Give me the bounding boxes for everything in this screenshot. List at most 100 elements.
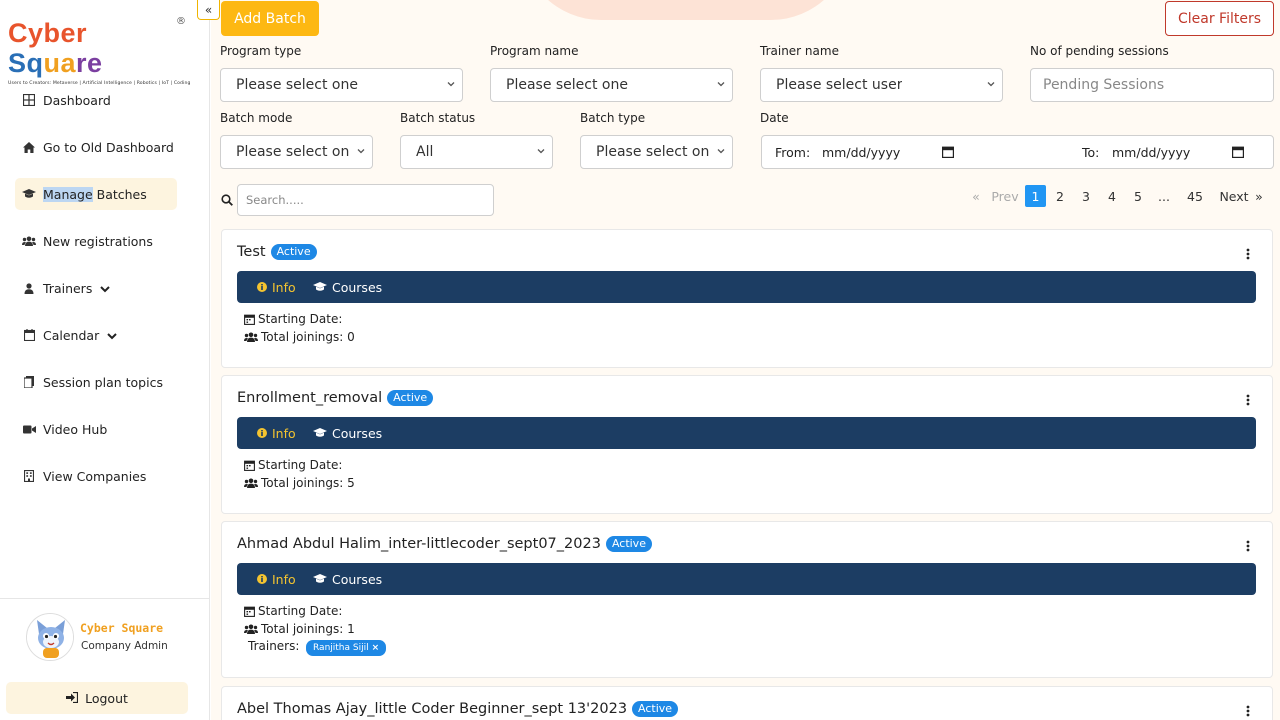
tab-courses[interactable]: Courses: [313, 417, 382, 449]
sidebar-item-label: View Companies: [43, 468, 147, 484]
users-icon: [244, 624, 258, 634]
trainer-chip[interactable]: Ranjitha Sijil ×: [306, 640, 387, 656]
chevron-down-icon[interactable]: [107, 328, 117, 343]
calendar-icon[interactable]: [1232, 146, 1244, 158]
batch-title[interactable]: Test Active: [237, 244, 317, 260]
pagination-page-last[interactable]: 45: [1183, 185, 1207, 207]
batch-tabbar: Info Courses: [237, 271, 1256, 303]
graduation-cap-icon: [313, 574, 327, 584]
collapse-sidebar-button[interactable]: «: [197, 0, 220, 20]
more-options-icon[interactable]: [1246, 540, 1250, 552]
background-decoration: [521, 0, 851, 20]
sidebar-item-trainers[interactable]: Trainers: [15, 272, 177, 304]
program-name-label: Program name: [490, 44, 579, 58]
batch-status-select[interactable]: All: [400, 135, 553, 169]
date-from-input[interactable]: mm/dd/yyyy: [822, 145, 900, 160]
batch-title[interactable]: Ahmad Abdul Halim_inter-littlecoder_sept…: [237, 536, 652, 552]
date-range: From: mm/dd/yyyy To: mm/dd/yyyy: [761, 135, 1274, 169]
tab-courses[interactable]: Courses: [313, 271, 382, 303]
users-icon: [244, 478, 258, 488]
video-icon: [22, 422, 36, 436]
calendar-icon: [244, 314, 255, 325]
batch-card: Abel Thomas Ajay_little Coder Beginner_s…: [221, 686, 1273, 720]
pagination-next-arrow[interactable]: »: [1254, 185, 1264, 207]
program-name-select[interactable]: Please select one: [490, 68, 733, 102]
starting-date: Starting Date:: [244, 458, 342, 472]
tab-info[interactable]: Info: [257, 563, 296, 595]
chevron-down-icon[interactable]: [100, 281, 111, 296]
total-joinings: Total joinings: 5: [244, 476, 355, 490]
avatar: [26, 613, 74, 661]
batch-card: Test Active Info Courses Starting Date: …: [221, 229, 1273, 368]
sidebar-item-label: Calendar: [43, 327, 100, 343]
pagination-next[interactable]: Next: [1219, 185, 1249, 207]
tab-info[interactable]: Info: [257, 271, 296, 303]
sidebar-item-video-hub[interactable]: Video Hub: [15, 413, 177, 445]
pagination-page-3[interactable]: 3: [1077, 185, 1095, 207]
calendar-icon: [244, 460, 255, 471]
total-joinings: Total joinings: 0: [244, 330, 355, 344]
calendar-icon: [244, 606, 255, 617]
info-icon: [257, 574, 267, 584]
batch-type-select[interactable]: Please select one: [580, 135, 733, 169]
program-type-label: Program type: [220, 44, 302, 58]
clear-filters-button[interactable]: Clear Filters: [1165, 1, 1274, 36]
more-options-icon[interactable]: [1246, 248, 1250, 260]
search-icon: [221, 194, 233, 206]
registered-mark: ®: [176, 16, 186, 27]
sign-in-icon: [66, 691, 79, 706]
starting-date: Starting Date:: [244, 312, 342, 326]
sidebar-item-old-dashboard[interactable]: Go to Old Dashboard: [15, 131, 177, 163]
trainer-name-select[interactable]: Please select user: [760, 68, 1003, 102]
pagination-prev[interactable]: Prev: [987, 185, 1023, 207]
date-label: Date: [760, 111, 789, 125]
profile-role: Company Admin: [81, 640, 168, 652]
more-options-icon[interactable]: [1246, 394, 1250, 406]
batch-title[interactable]: Abel Thomas Ajay_little Coder Beginner_s…: [237, 701, 679, 717]
chevron-down-icon: [717, 149, 725, 154]
program-type-select[interactable]: Please select one: [220, 68, 463, 102]
pending-sessions-input[interactable]: Pending Sessions: [1030, 68, 1274, 102]
user-icon: [22, 281, 36, 295]
building-icon: [22, 469, 36, 483]
sidebar-item-session-plan-topics[interactable]: Session plan topics: [15, 366, 177, 398]
graduation-cap-icon: [313, 282, 327, 292]
logout-button[interactable]: Logout: [6, 682, 188, 714]
trainers-label: Trainers:: [248, 639, 300, 653]
remove-icon[interactable]: ×: [372, 643, 380, 653]
pending-sessions-label: No of pending sessions: [1030, 44, 1169, 58]
sidebar-item-label: Video Hub: [43, 421, 108, 437]
calendar-icon[interactable]: [942, 146, 954, 158]
pagination-page-4[interactable]: 4: [1103, 185, 1121, 207]
cyber-square-logo[interactable]: Cyber Square ® Users to Creators: Metave…: [8, 16, 190, 86]
starting-date: Starting Date:: [244, 604, 342, 618]
pagination-page-5[interactable]: 5: [1129, 185, 1147, 207]
users-icon: [22, 234, 36, 248]
profile-name: Cyber Square: [80, 621, 164, 635]
more-options-icon[interactable]: [1246, 705, 1250, 717]
status-badge: Active: [270, 244, 317, 260]
date-to-input[interactable]: mm/dd/yyyy: [1112, 145, 1190, 160]
tab-info[interactable]: Info: [257, 417, 296, 449]
batch-card: Ahmad Abdul Halim_inter-littlecoder_sept…: [221, 521, 1273, 678]
pagination-page-1[interactable]: 1: [1025, 185, 1046, 207]
batch-tabbar: Info Courses: [237, 563, 1256, 595]
batch-mode-select[interactable]: Please select one: [220, 135, 373, 169]
sidebar-item-new-registrations[interactable]: New registrations: [15, 225, 177, 257]
batch-type-label: Batch type: [580, 111, 646, 125]
dashboard-icon: [22, 93, 36, 107]
main-content: Add Batch Clear Filters Program type Ple…: [211, 0, 1280, 720]
sidebar-item-dashboard[interactable]: Dashboard: [15, 84, 177, 116]
graduation-cap-icon: [313, 428, 327, 438]
sidebar-item-label: Go to Old Dashboard: [43, 139, 174, 155]
sidebar-item-view-companies[interactable]: View Companies: [15, 460, 177, 492]
sidebar-item-label: Session plan topics: [43, 374, 163, 390]
search-input[interactable]: Search.....: [237, 184, 494, 216]
batch-title[interactable]: Enrollment_removal Active: [237, 390, 434, 406]
add-batch-button[interactable]: Add Batch: [221, 1, 319, 36]
sidebar-item-manage-batches[interactable]: Manage Batches: [15, 178, 177, 210]
pagination-page-2[interactable]: 2: [1051, 185, 1069, 207]
sidebar-item-calendar[interactable]: Calendar: [15, 319, 177, 351]
tab-courses[interactable]: Courses: [313, 563, 382, 595]
chevron-down-icon: [447, 82, 455, 87]
